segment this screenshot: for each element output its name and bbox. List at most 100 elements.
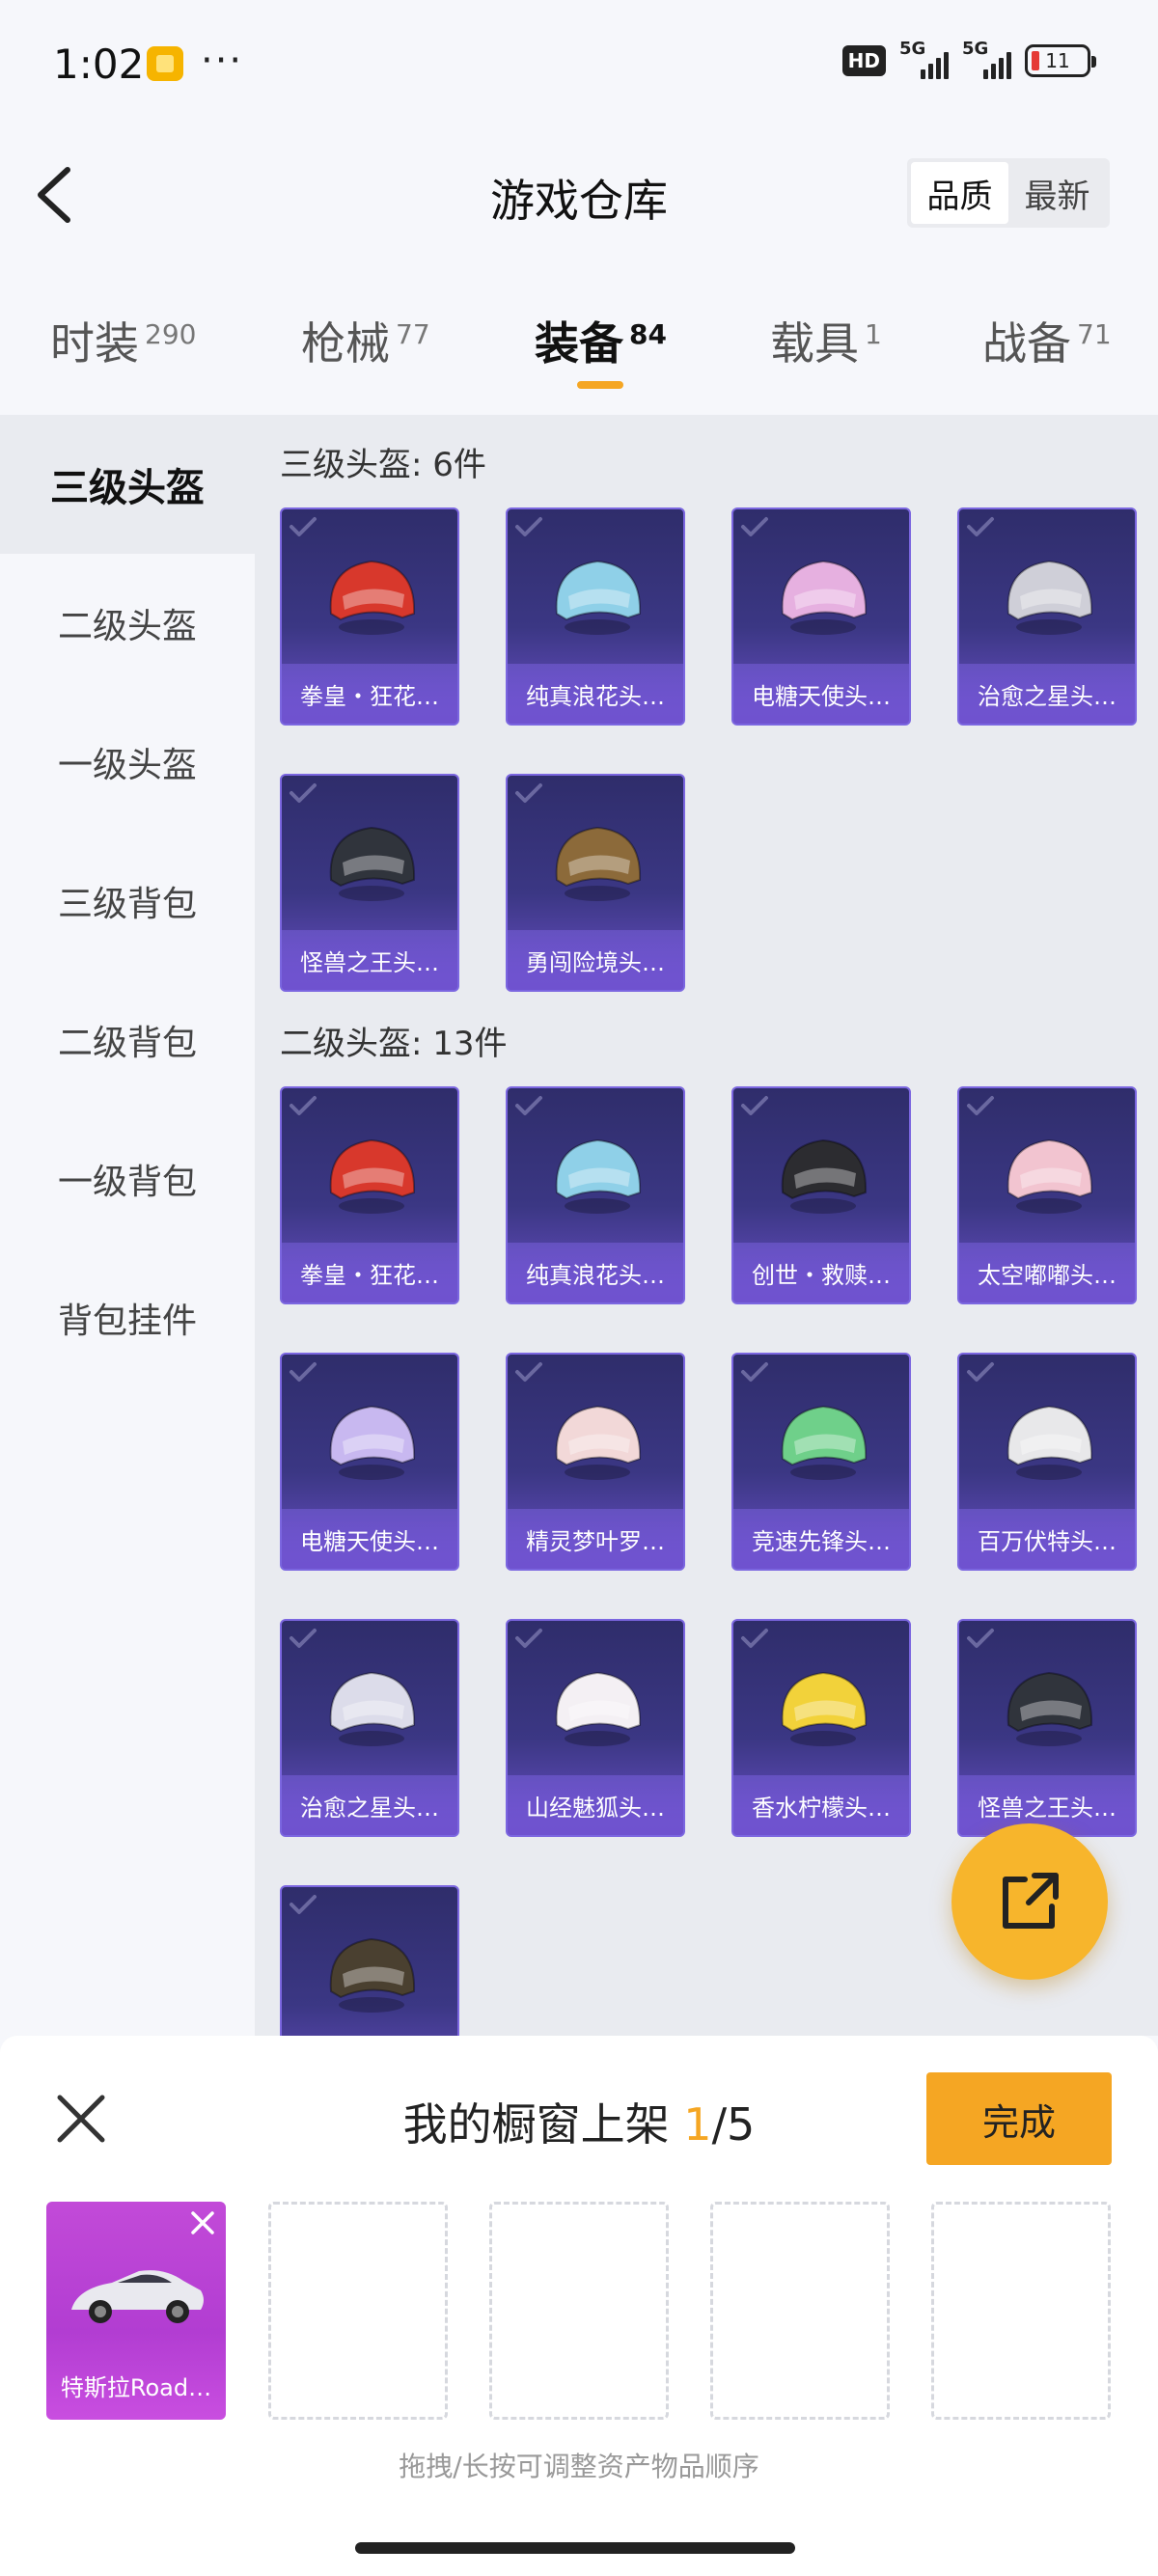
helmet-icon	[329, 826, 416, 901]
remove-icon[interactable]	[189, 2209, 216, 2236]
helmet-icon	[1006, 1405, 1093, 1480]
select-check-icon[interactable]	[737, 1358, 772, 1385]
item-card[interactable]: 创世・救赎…	[731, 1086, 911, 1304]
showcase-slot-4[interactable]	[710, 2202, 890, 2420]
select-check-icon[interactable]	[286, 1358, 320, 1385]
helmet-icon	[329, 1671, 416, 1746]
tab-equipment[interactable]: 装备 84	[535, 309, 667, 372]
showcase-slot-3[interactable]	[489, 2202, 669, 2420]
helmet-icon	[1006, 1138, 1093, 1214]
item-card[interactable]: 百万伏特头…	[957, 1353, 1137, 1571]
showcase-slot-5[interactable]	[931, 2202, 1111, 2420]
status-indicators: HD 5G 5G 11	[841, 39, 1096, 79]
item-card[interactable]: 拳皇・狂花…	[280, 1086, 459, 1304]
signal-icon-2: 5G	[962, 39, 1011, 79]
select-check-icon[interactable]	[963, 1625, 998, 1652]
item-name: 电糖天使头…	[282, 1509, 457, 1569]
select-check-icon[interactable]	[511, 1625, 546, 1652]
helmet-icon	[781, 560, 868, 635]
item-card[interactable]: 勇闯险境头…	[506, 774, 685, 992]
tab-guns[interactable]: 枪械 77	[301, 309, 430, 372]
item-card[interactable]: 竞速先锋头…	[731, 1353, 911, 1571]
tab-vehicles[interactable]: 载具 1	[770, 309, 882, 372]
item-name: 竞速先锋头…	[733, 1509, 909, 1569]
helmet-icon	[329, 1138, 416, 1214]
item-name: 香水柠檬头…	[733, 1775, 909, 1835]
item-name: 治愈之星头…	[282, 1775, 457, 1835]
sidebar-item-level3-backpack[interactable]: 三级背包	[0, 832, 255, 971]
sidebar-item-level2-helmet[interactable]: 二级头盔	[0, 554, 255, 693]
item-card[interactable]: 电糖天使头…	[731, 507, 911, 726]
item-card[interactable]: 香水柠檬头…	[731, 1619, 911, 1837]
item-name: 山经魅狐头…	[508, 1775, 683, 1835]
select-check-icon[interactable]	[286, 1625, 320, 1652]
helmet-icon	[555, 1138, 642, 1214]
select-check-icon[interactable]	[286, 1092, 320, 1119]
more-notifications-icon: ···	[201, 39, 244, 83]
tab-combat-gear[interactable]: 战备 71	[982, 309, 1112, 372]
item-name: 精灵梦叶罗…	[508, 1509, 683, 1569]
status-time: 1:02	[53, 41, 145, 88]
done-button[interactable]: 完成	[926, 2072, 1112, 2165]
helmet-icon	[555, 826, 642, 901]
share-button[interactable]	[951, 1823, 1108, 1980]
sort-newest-button[interactable]: 最新	[1008, 162, 1106, 224]
showcase-slot-1[interactable]: 特斯拉Road…	[46, 2202, 226, 2420]
item-card[interactable]: 精灵梦叶罗…	[506, 1353, 685, 1571]
item-card[interactable]: 拳皇・狂花…	[280, 507, 459, 726]
item-name: 治愈之星头…	[959, 664, 1135, 724]
item-card[interactable]	[280, 1885, 459, 2036]
helmet-icon	[329, 560, 416, 635]
sort-toggle: 品质 最新	[907, 158, 1110, 228]
home-indicator	[355, 2542, 795, 2554]
item-name: 太空嘟嘟头…	[959, 1243, 1135, 1302]
select-check-icon[interactable]	[511, 1092, 546, 1119]
status-bar: 1:02 ··· HD 5G 5G 11	[0, 0, 1158, 131]
select-check-icon[interactable]	[737, 1092, 772, 1119]
item-card[interactable]: 怪兽之王头…	[280, 774, 459, 992]
select-check-icon[interactable]	[737, 513, 772, 540]
sidebar-item-level1-helmet[interactable]: 一级头盔	[0, 693, 255, 832]
item-card[interactable]: 纯真浪花头…	[506, 507, 685, 726]
select-check-icon[interactable]	[286, 780, 320, 807]
item-card[interactable]: 山经魅狐头…	[506, 1619, 685, 1837]
share-icon	[1003, 1873, 1059, 1929]
item-name: 创世・救赎…	[733, 1243, 909, 1302]
showcase-slot-2[interactable]	[268, 2202, 448, 2420]
helmet-icon	[555, 1405, 642, 1480]
item-grid: 三级头盔: 6件 二级头盔: 13件 拳皇・狂花… 纯真浪花头… 电糖天使头… 治愈之…	[255, 415, 1158, 2036]
tab-fashion[interactable]: 时装 290	[50, 309, 196, 372]
select-check-icon[interactable]	[286, 513, 320, 540]
item-card[interactable]: 治愈之星头…	[280, 1619, 459, 1837]
select-check-icon[interactable]	[511, 1358, 546, 1385]
hd-voice-icon: HD	[841, 45, 886, 76]
select-check-icon[interactable]	[963, 1358, 998, 1385]
sidebar-item-backpack-charm[interactable]: 背包挂件	[0, 1248, 255, 1387]
active-tab-indicator	[577, 381, 623, 389]
helmet-icon	[781, 1138, 868, 1214]
item-name: 怪兽之王头…	[282, 930, 457, 990]
select-check-icon[interactable]	[963, 1092, 998, 1119]
select-check-icon[interactable]	[963, 513, 998, 540]
select-check-icon[interactable]	[511, 513, 546, 540]
item-card[interactable]: 太空嘟嘟头…	[957, 1086, 1137, 1304]
sidebar-item-level3-helmet[interactable]: 三级头盔	[0, 415, 255, 554]
item-card[interactable]: 怪兽之王头…	[957, 1619, 1137, 1837]
showcase-sheet: 我的橱窗上架 1/5 完成 特斯拉Road… 拖拽/长按可调整资产物品顺序	[0, 2036, 1158, 2576]
select-check-icon[interactable]	[511, 780, 546, 807]
helmet-icon	[555, 560, 642, 635]
helmet-icon	[1006, 1671, 1093, 1746]
sidebar-item-level1-backpack[interactable]: 一级背包	[0, 1110, 255, 1248]
section-title-level3: 三级头盔: 6件	[280, 446, 486, 484]
car-icon	[71, 2270, 204, 2323]
item-name: 纯真浪花头…	[508, 1243, 683, 1302]
item-card[interactable]: 治愈之星头…	[957, 507, 1137, 726]
sort-quality-button[interactable]: 品质	[911, 162, 1008, 224]
section-title-level2: 二级头盔: 13件	[280, 1025, 508, 1063]
battery-icon: 11	[1025, 44, 1096, 77]
item-card[interactable]: 电糖天使头…	[280, 1353, 459, 1571]
sidebar-item-level2-backpack[interactable]: 二级背包	[0, 971, 255, 1110]
select-check-icon[interactable]	[737, 1625, 772, 1652]
select-check-icon[interactable]	[286, 1891, 320, 1918]
item-card[interactable]: 纯真浪花头…	[506, 1086, 685, 1304]
